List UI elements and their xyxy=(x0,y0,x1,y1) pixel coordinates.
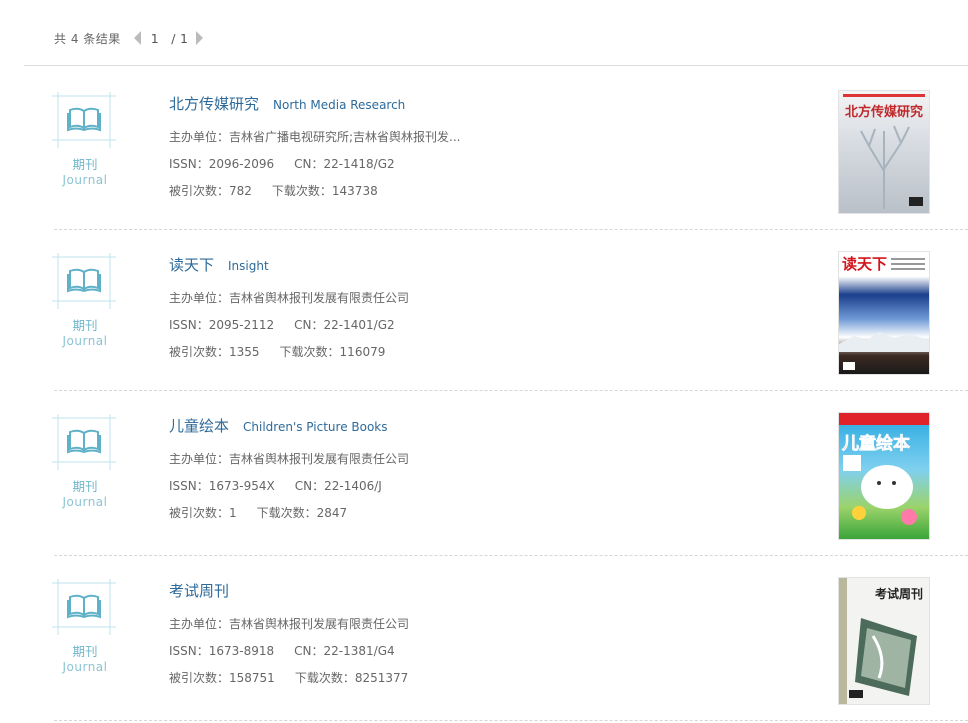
journal-downloads: 下载次数：2847 xyxy=(256,506,348,520)
journal-cited: 被引次数：1 xyxy=(169,506,237,520)
badge-label-en: Journal xyxy=(62,334,108,348)
open-book-icon xyxy=(52,579,116,635)
journal-stats: 被引次数：158751 下载次数：8251377 xyxy=(169,669,409,686)
journal-cited: 被引次数：158751 xyxy=(169,671,275,685)
journal-cover-image[interactable]: 儿童绘本 xyxy=(838,412,930,540)
journal-cn: CN：22-1401/G2 xyxy=(294,318,395,332)
journal-cover-image[interactable]: 北方传媒研究 xyxy=(838,90,930,214)
journal-type-badge: 期刊 Journal xyxy=(50,412,120,517)
cover-title-text: 考试周刊 xyxy=(875,586,923,601)
journal-downloads: 下载次数：8251377 xyxy=(294,671,409,685)
badge-label-en: Journal xyxy=(62,173,108,187)
journal-title-link[interactable]: 读天下 xyxy=(169,254,214,275)
journal-cn: CN：22-1406/J xyxy=(294,479,382,493)
journal-info: 考试周刊 主办单位：吉林省舆林报刊发展有限责任公司 ISSN：1673-8918… xyxy=(169,580,409,686)
page-total: 1 xyxy=(179,30,189,46)
journal-title-en-link[interactable]: North Media Research xyxy=(273,98,405,112)
journal-title-en-link[interactable]: Children's Picture Books xyxy=(243,420,388,434)
prev-page-icon[interactable] xyxy=(133,31,141,45)
journal-title-link[interactable]: 考试周刊 xyxy=(169,580,229,601)
journal-downloads: 下载次数：116079 xyxy=(279,345,386,359)
journal-title-link[interactable]: 儿童绘本 xyxy=(169,415,229,436)
journal-stats: 被引次数：782 下载次数：143738 xyxy=(169,182,461,199)
journal-downloads: 下载次数：143738 xyxy=(271,184,378,198)
journal-issn: ISSN：2095-2112 xyxy=(169,318,275,332)
journal-sponsor: 主办单位：吉林省广播电视研究所;吉林省舆林报刊发... xyxy=(169,130,461,144)
journal-title-link[interactable]: 北方传媒研究 xyxy=(169,93,259,114)
next-page-icon[interactable] xyxy=(196,31,204,45)
header-divider xyxy=(24,65,968,66)
journal-issn: ISSN：2096-2096 xyxy=(169,157,275,171)
journal-sponsor: 主办单位：吉林省舆林报刊发展有限责任公司 xyxy=(169,452,410,466)
item-divider xyxy=(54,229,968,230)
journal-info: 北方传媒研究 North Media Research 主办单位：吉林省广播电视… xyxy=(169,93,461,199)
page-separator: / xyxy=(171,30,176,46)
item-divider xyxy=(54,720,968,721)
results-bar: 共 4 条结果 1 / 1 xyxy=(54,28,204,48)
journal-cn: CN：22-1381/G4 xyxy=(294,644,395,658)
results-count: 共 4 条结果 xyxy=(54,31,121,46)
journal-cited: 被引次数：782 xyxy=(169,184,252,198)
journal-ids: ISSN：2096-2096 CN：22-1418/G2 xyxy=(169,155,461,172)
journal-type-badge: 期刊 Journal xyxy=(50,577,120,682)
badge-label-zh: 期刊 xyxy=(72,318,98,333)
journal-info: 儿童绘本 Children's Picture Books 主办单位：吉林省舆林… xyxy=(169,415,409,521)
journal-type-badge: 期刊 Journal xyxy=(50,90,120,195)
journal-issn: ISSN：1673-954X xyxy=(169,479,275,493)
open-book-icon xyxy=(52,253,116,309)
badge-label-en: Journal xyxy=(62,495,108,509)
open-book-icon xyxy=(52,92,116,148)
item-divider xyxy=(54,555,968,556)
cover-title-text: 北方传媒研究 xyxy=(845,104,923,120)
page-current: 1 xyxy=(150,30,160,46)
journal-title-en-link[interactable]: Insight xyxy=(228,259,269,273)
journal-issn: ISSN：1673-8918 xyxy=(169,644,275,658)
journal-type-badge: 期刊 Journal xyxy=(50,251,120,356)
journal-info: 读天下 Insight 主办单位：吉林省舆林报刊发展有限责任公司 ISSN：20… xyxy=(169,254,409,360)
journal-stats: 被引次数：1 下载次数：2847 xyxy=(169,504,409,521)
journal-cn: CN：22-1418/G2 xyxy=(294,157,395,171)
badge-label-zh: 期刊 xyxy=(72,479,98,494)
journal-sponsor: 主办单位：吉林省舆林报刊发展有限责任公司 xyxy=(169,617,410,631)
cover-title-text: 儿童绘本 xyxy=(841,433,910,454)
cover-title-text: 读天下 xyxy=(842,255,887,273)
badge-label-zh: 期刊 xyxy=(72,644,98,659)
journal-cited: 被引次数：1355 xyxy=(169,345,260,359)
open-book-icon xyxy=(52,414,116,470)
badge-label-zh: 期刊 xyxy=(72,157,98,172)
journal-ids: ISSN：1673-8918 CN：22-1381/G4 xyxy=(169,642,409,659)
journal-sponsor: 主办单位：吉林省舆林报刊发展有限责任公司 xyxy=(169,291,410,305)
journal-cover-image[interactable]: 读天下 xyxy=(838,251,930,375)
item-divider xyxy=(54,390,968,391)
journal-ids: ISSN：2095-2112 CN：22-1401/G2 xyxy=(169,316,409,333)
journal-cover-image[interactable]: 考试周刊 xyxy=(838,577,930,705)
journal-stats: 被引次数：1355 下载次数：116079 xyxy=(169,343,409,360)
badge-label-en: Journal xyxy=(62,660,108,674)
journal-ids: ISSN：1673-954X CN：22-1406/J xyxy=(169,477,409,494)
